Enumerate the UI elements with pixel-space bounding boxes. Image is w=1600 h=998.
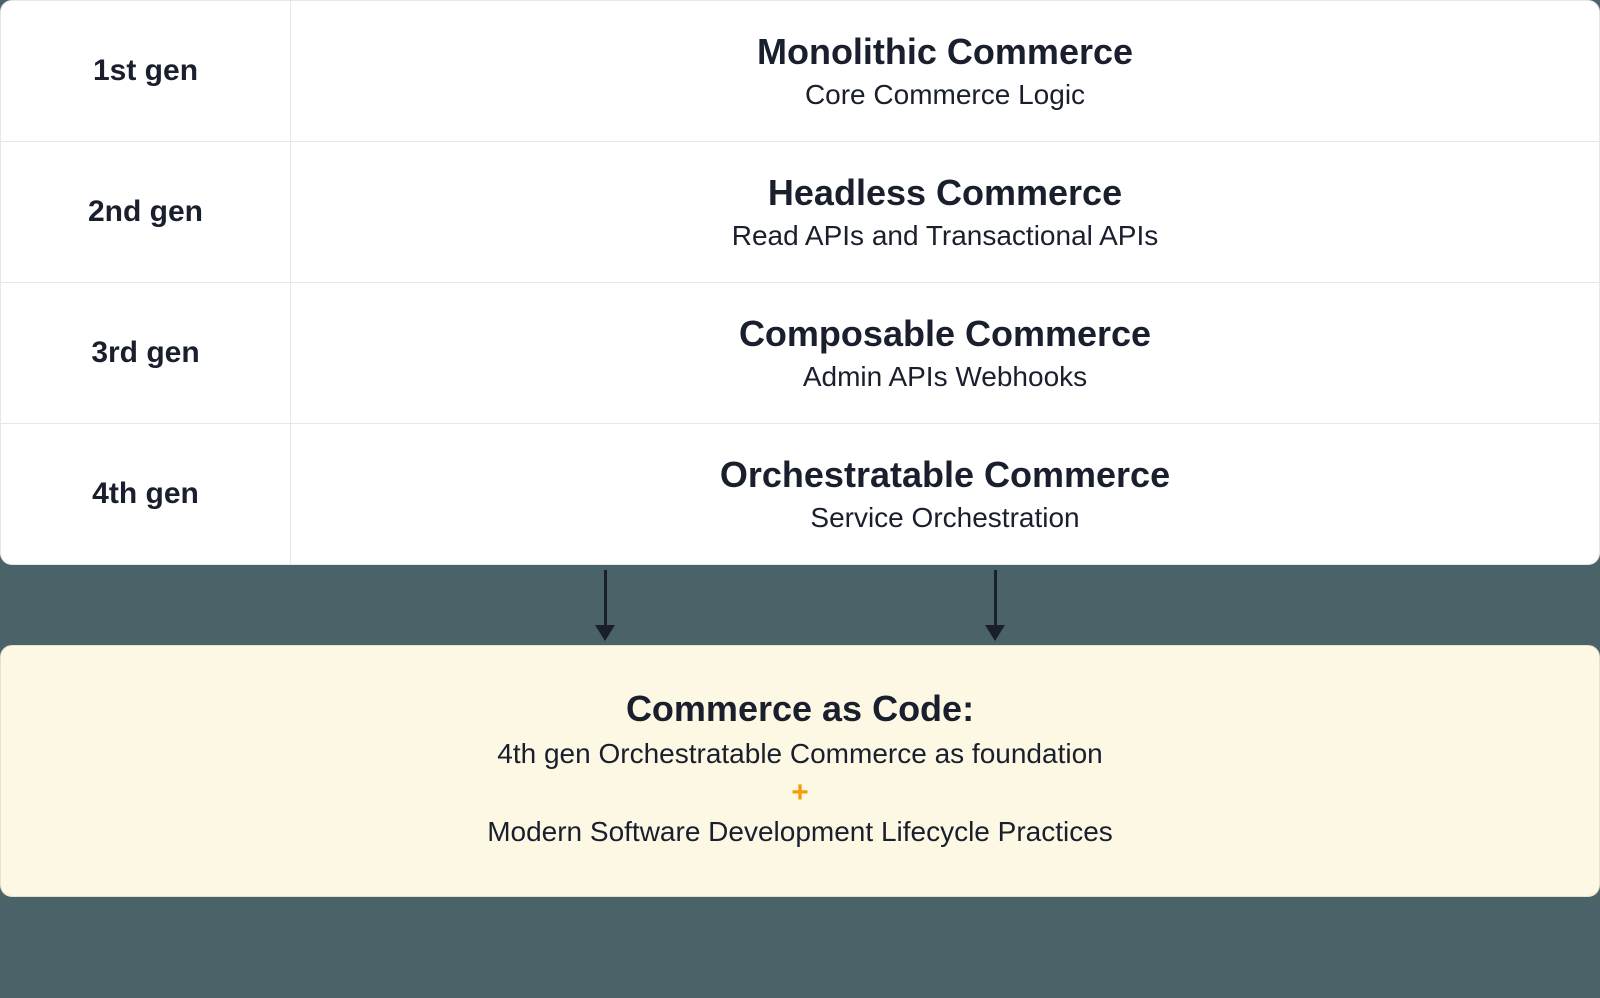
generation-label: 4th gen xyxy=(1,424,291,564)
table-row: 4th gen Orchestratable Commerce Service … xyxy=(1,424,1599,564)
generation-title: Composable Commerce xyxy=(739,313,1151,355)
arrow-down-icon xyxy=(985,570,1005,641)
generation-label: 1st gen xyxy=(1,1,291,141)
generation-subtitle: Admin APIs Webhooks xyxy=(803,361,1087,393)
generations-table: 1st gen Monolithic Commerce Core Commerc… xyxy=(0,0,1600,565)
generation-title: Orchestratable Commerce xyxy=(720,454,1170,496)
generation-subtitle: Read APIs and Transactional APIs xyxy=(732,220,1158,252)
arrow-down-icon xyxy=(595,570,615,641)
generation-title: Headless Commerce xyxy=(768,172,1122,214)
bottom-line1: 4th gen Orchestratable Commerce as found… xyxy=(497,738,1102,770)
generation-content: Orchestratable Commerce Service Orchestr… xyxy=(291,424,1599,564)
table-row: 1st gen Monolithic Commerce Core Commerc… xyxy=(1,1,1599,142)
generation-subtitle: Service Orchestration xyxy=(810,502,1079,534)
generation-label: 3rd gen xyxy=(1,283,291,423)
generation-title: Monolithic Commerce xyxy=(757,31,1133,73)
generation-content: Headless Commerce Read APIs and Transact… xyxy=(291,142,1599,282)
bottom-line2: Modern Software Development Lifecycle Pr… xyxy=(487,816,1113,848)
commerce-as-code-box: Commerce as Code: 4th gen Orchestratable… xyxy=(0,645,1600,897)
table-row: 2nd gen Headless Commerce Read APIs and … xyxy=(1,142,1599,283)
generation-content: Composable Commerce Admin APIs Webhooks xyxy=(291,283,1599,423)
plus-icon: + xyxy=(791,776,809,810)
bottom-title: Commerce as Code: xyxy=(626,688,974,730)
generation-content: Monolithic Commerce Core Commerce Logic xyxy=(291,1,1599,141)
generation-subtitle: Core Commerce Logic xyxy=(805,79,1085,111)
table-row: 3rd gen Composable Commerce Admin APIs W… xyxy=(1,283,1599,424)
generation-label: 2nd gen xyxy=(1,142,291,282)
flow-arrows xyxy=(0,565,1600,645)
